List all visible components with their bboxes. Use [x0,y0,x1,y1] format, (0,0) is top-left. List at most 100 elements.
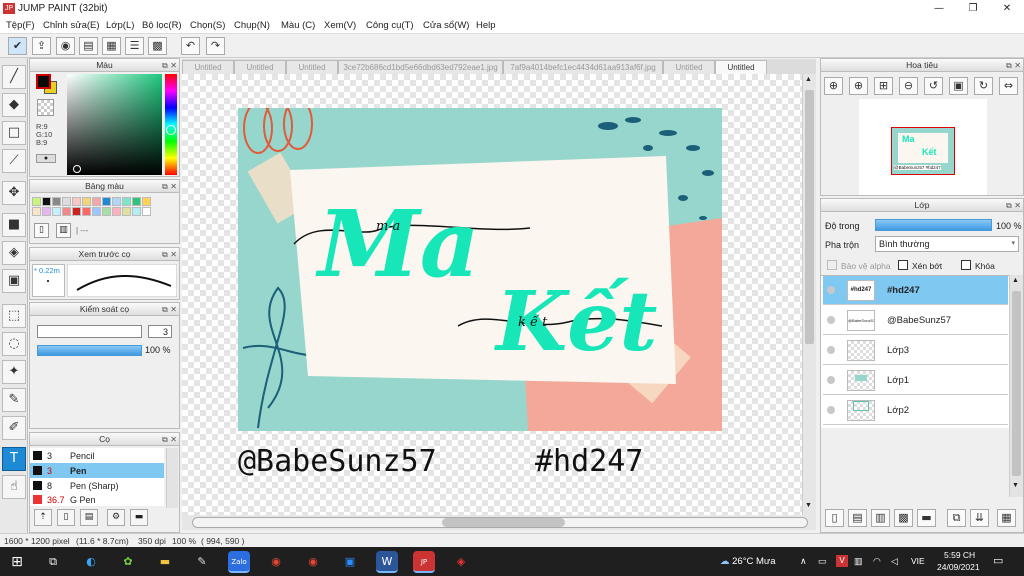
lock-checkbox[interactable] [961,260,971,270]
tab-image-1[interactable]: 3ce72b686cd1bd5e66dbd63ed792eae1.jpg [338,60,503,74]
copy-layer-icon[interactable]: ▥ [871,509,890,527]
menu-tools[interactable]: Công cụ(T) [366,20,414,31]
chrome-icon[interactable]: ◉ [265,551,287,573]
brush-item-g-pen[interactable]: 36.7 G Pen [30,493,164,506]
task-view-icon[interactable]: ⧉ [42,551,64,573]
restore-button[interactable]: ❐ [956,0,990,17]
rotate-right-icon[interactable]: ↻ [974,77,993,95]
wifi-icon[interactable]: ◠ [873,556,881,567]
magic-wand-tool-icon[interactable]: ✦ [2,360,26,384]
flip-icon[interactable]: ⇔ [999,77,1018,95]
redo-icon[interactable]: ↷ [206,37,225,55]
panel-buttons-icon[interactable]: ⧉ ✕ [1006,200,1021,212]
export-icon[interactable]: ⇪ [32,37,51,55]
undo-icon[interactable]: ↶ [181,37,200,55]
swatch-cell[interactable] [142,197,151,206]
vertical-scrollbar[interactable]: ▲ ▼ [802,74,816,515]
message-icon[interactable]: ▤ [79,37,98,55]
clock-time[interactable]: 5:59 CH [944,550,975,560]
brush-settings-icon[interactable]: ⚙ [107,509,125,526]
bucket-tool-icon[interactable]: ◈ [2,241,26,265]
swatch-cell[interactable] [32,197,41,206]
rect-select-tool-icon[interactable]: □ [2,121,26,145]
windows-start-icon[interactable]: ⊞ [6,551,28,573]
zalo-icon[interactable]: Zalo [228,551,250,573]
horizontal-scrollbar[interactable] [182,515,816,530]
swatch-cell[interactable] [122,207,131,216]
brush-copy-icon[interactable]: ▤ [80,509,98,526]
list-icon[interactable]: ☰ [125,37,144,55]
zoom-out-icon[interactable]: ⊖ [899,77,918,95]
zoom-plus-icon[interactable]: ⊕ [849,77,868,95]
panel-buttons-icon[interactable]: ⧉ ✕ [162,181,177,193]
navigator-viewport[interactable]: Ma Kết @BabeSunz57 #hd247 [891,127,955,175]
delete-layer-icon[interactable]: ▦ [997,509,1016,527]
panel-buttons-icon[interactable]: ⧉ ✕ [162,249,177,261]
checkmark-icon[interactable]: ✔ [8,37,27,55]
reset-view-icon[interactable]: ▣ [949,77,968,95]
minimize-button[interactable]: — [922,0,956,17]
navigator-preview[interactable]: Ma Kết @BabeSunz57 #hd247 [859,99,987,195]
swatch-more-icon[interactable]: | --- [76,226,88,235]
merge-icon[interactable]: ⇊ [970,509,989,527]
document-icon[interactable]: ▦ [102,37,121,55]
swatch-cell[interactable] [72,197,81,206]
menu-view[interactable]: Xem(V) [324,20,356,31]
layer-item-lop2[interactable]: Lớp2 [823,396,1008,425]
brush-item-pencil[interactable]: 3 Pencil [30,448,164,463]
tab-untitled-active[interactable]: Untitled [715,60,767,74]
swatch-grid[interactable] [32,197,162,219]
menu-filter[interactable]: Bộ lọc(R) [142,20,182,31]
brush-folder-icon[interactable]: ▬ [130,509,148,526]
edge-icon[interactable]: ◐ [80,551,102,573]
menu-layer[interactable]: Lớp(L) [106,20,134,31]
brush-new-icon[interactable]: ▯ [57,509,75,526]
swatch-cell[interactable] [102,207,111,216]
move-tool-icon[interactable]: ✥ [2,181,26,205]
clip-checkbox[interactable] [898,260,908,270]
jump-paint-icon[interactable]: JP [413,551,435,573]
brush-opacity-slider[interactable] [37,345,142,356]
menu-select[interactable]: Chọn(S) [190,20,225,31]
tab-untitled-3[interactable]: Untitled [286,60,338,74]
swatch-cell[interactable] [102,197,111,206]
folder-icon[interactable]: ▬ [917,509,936,527]
swatch-cell[interactable] [82,197,91,206]
brush-item-pen[interactable]: 3 Pen [30,463,164,478]
layer-item-hd247[interactable]: #hd247 #hd247 [823,276,1008,305]
chrome-icon-2[interactable]: ◉ [302,551,324,573]
layer-opacity-slider[interactable] [875,219,992,231]
swatch-cell[interactable] [32,207,41,216]
swatch-cell[interactable] [72,207,81,216]
grid-icon[interactable]: ▩ [148,37,167,55]
canvas-area[interactable]: Ma m a Kết k ế t @BabeSunz57 #hd247 [182,74,802,515]
selection-pen-tool-icon[interactable]: ✎ [2,388,26,412]
protect-alpha-checkbox[interactable] [827,260,837,270]
network-icon[interactable]: ▥ [854,556,863,567]
tab-image-2[interactable]: 7af9a4014befc1ec4434d61aa913af6f.jpg [503,60,663,74]
swatch-cell[interactable] [62,207,71,216]
tab-untitled-1[interactable]: Untitled [182,60,234,74]
layer-item-babesunz57[interactable]: @BabeSunz57 @BabeSunz57 [823,306,1008,335]
comment-icon[interactable]: ◉ [56,37,75,55]
weather-text[interactable]: ☁ 26°C Mưa [720,556,776,567]
brush-add-icon[interactable]: ⇡ [34,509,52,526]
menu-help[interactable]: Help [476,20,496,31]
artwork-image[interactable]: Ma m a Kết k ế t [238,108,722,431]
swatch-cell[interactable] [62,197,71,206]
clock-date[interactable]: 24/09/2021 [937,562,980,572]
close-button[interactable]: ✕ [990,0,1024,17]
gradient-tool-icon[interactable]: ▣ [2,269,26,293]
menu-window[interactable]: Cửa sổ(W) [423,20,469,31]
tray-v-icon[interactable]: V [836,555,848,567]
vertical-scroll-thumb[interactable] [805,90,814,344]
menu-capture[interactable]: Chụp(N) [234,20,270,31]
tab-untitled-2[interactable]: Untitled [234,60,286,74]
rotate-left-icon[interactable]: ↺ [924,77,943,95]
file-explorer-icon[interactable]: ▬ [154,551,176,573]
color-sv-square[interactable] [67,74,162,175]
swatch-cell[interactable] [42,197,51,206]
swatch-cell[interactable] [142,207,151,216]
swatch-cell[interactable] [92,207,101,216]
swatch-cell[interactable] [112,207,121,216]
